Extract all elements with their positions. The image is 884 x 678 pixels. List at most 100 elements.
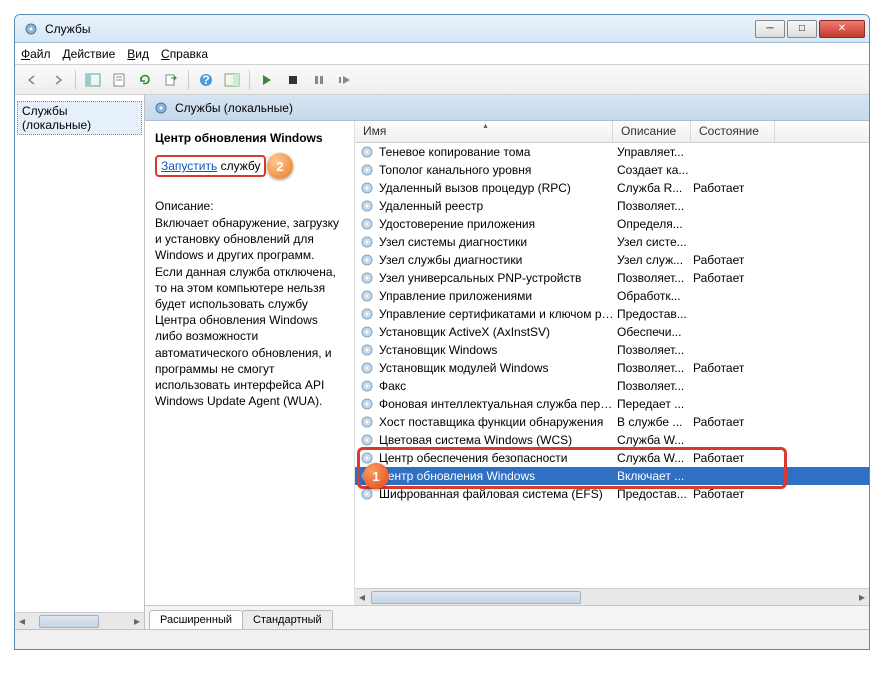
service-row[interactable]: Цветовая система Windows (WCS)Служба W..…	[355, 431, 869, 449]
service-desc: Служба W...	[617, 433, 693, 447]
detail-pane: Центр обновления Windows Запустить служб…	[145, 121, 355, 605]
col-desc[interactable]: Описание	[613, 121, 691, 142]
service-desc: Предостав...	[617, 307, 693, 321]
gear-icon	[359, 414, 375, 430]
column-header[interactable]: Имя▴ Описание Состояние	[355, 121, 869, 143]
service-row[interactable]: Центр обновления WindowsВключает ...	[355, 467, 869, 485]
service-state: Работает	[693, 181, 763, 195]
service-desc: Определя...	[617, 217, 693, 231]
maximize-button[interactable]: □	[787, 20, 817, 38]
menu-view[interactable]: Вид	[127, 47, 149, 61]
service-name: Факс	[379, 379, 617, 393]
service-name: Теневое копирование тома	[379, 145, 617, 159]
service-row[interactable]: Хост поставщика функции обнаруженияВ слу…	[355, 413, 869, 431]
export-button[interactable]	[160, 69, 182, 91]
service-row[interactable]: Удаленный вызов процедур (RPC)Служба R..…	[355, 179, 869, 197]
list-hscrollbar[interactable]: ◂ ▸	[355, 588, 869, 605]
tab-standard[interactable]: Стандартный	[242, 610, 333, 629]
service-name: Узел универсальных PNP-устройств	[379, 271, 617, 285]
annotation-badge-2: 2	[267, 153, 293, 179]
service-name: Установщик Windows	[379, 343, 617, 357]
service-name: Управление приложениями	[379, 289, 617, 303]
minimize-button[interactable]: ─	[755, 20, 785, 38]
service-row[interactable]: Удаленный реестрПозволяет...	[355, 197, 869, 215]
service-row[interactable]: Установщик модулей WindowsПозволяет...Ра…	[355, 359, 869, 377]
toolbar: ?	[15, 65, 869, 95]
service-row[interactable]: ФаксПозволяет...	[355, 377, 869, 395]
gear-icon	[359, 252, 375, 268]
menu-file[interactable]: Файл	[21, 47, 51, 61]
gear-icon	[359, 234, 375, 250]
menu-help[interactable]: Справка	[161, 47, 208, 61]
col-state[interactable]: Состояние	[691, 121, 775, 142]
gear-icon	[359, 306, 375, 322]
service-desc: Создает ка...	[617, 163, 693, 177]
service-name: Узел службы диагностики	[379, 253, 617, 267]
start-service-link[interactable]: Запустить	[161, 159, 217, 173]
service-row[interactable]: Установщик ActiveX (AxInstSV)Обеспечи...	[355, 323, 869, 341]
service-name: Установщик ActiveX (AxInstSV)	[379, 325, 617, 339]
tree-item-local-services[interactable]: Службы (локальные)	[17, 101, 142, 135]
show-hide-tree-button[interactable]	[82, 69, 104, 91]
service-row[interactable]: Удостоверение приложенияОпределя...	[355, 215, 869, 233]
tab-extended[interactable]: Расширенный	[149, 610, 243, 629]
service-name: Центр обеспечения безопасности	[379, 451, 617, 465]
forward-button[interactable]	[47, 69, 69, 91]
service-row[interactable]: Установщик WindowsПозволяет...	[355, 341, 869, 359]
service-desc: Узел систе...	[617, 235, 693, 249]
services-window: Службы ─ □ ✕ Файл Действие Вид Справка ?…	[14, 14, 870, 650]
menubar: Файл Действие Вид Справка	[15, 43, 869, 65]
service-list[interactable]: 1 Теневое копирование томаУправляет...То…	[355, 143, 869, 588]
service-name: Центр обновления Windows	[379, 469, 617, 483]
service-name: Удаленный реестр	[379, 199, 617, 213]
service-desc: Передает ...	[617, 397, 693, 411]
description-label: Описание:	[155, 199, 344, 213]
gear-icon	[359, 432, 375, 448]
service-name: Тополог канального уровня	[379, 163, 617, 177]
service-row[interactable]: Теневое копирование томаУправляет...	[355, 143, 869, 161]
service-name: Шифрованная файловая система (EFS)	[379, 487, 617, 501]
restart-service-button[interactable]	[334, 69, 356, 91]
menu-action[interactable]: Действие	[63, 47, 116, 61]
gear-icon	[359, 270, 375, 286]
service-row[interactable]: Тополог канального уровняСоздает ка...	[355, 161, 869, 179]
help-button[interactable]: ?	[195, 69, 217, 91]
pane-button[interactable]	[221, 69, 243, 91]
service-desc: Позволяет...	[617, 361, 693, 375]
service-row[interactable]: Узел службы диагностикиУзел служ...Работ…	[355, 251, 869, 269]
service-desc: Позволяет...	[617, 379, 693, 393]
selected-service-title: Центр обновления Windows	[155, 131, 344, 145]
list-pane: Имя▴ Описание Состояние 1 Теневое копиро…	[355, 121, 869, 605]
gear-icon	[359, 324, 375, 340]
back-button[interactable]	[21, 69, 43, 91]
gear-icon	[23, 21, 39, 37]
service-row[interactable]: Узел системы диагностикиУзел систе...	[355, 233, 869, 251]
refresh-button[interactable]	[134, 69, 156, 91]
service-row[interactable]: Шифрованная файловая система (EFS)Предос…	[355, 485, 869, 503]
service-name: Цветовая система Windows (WCS)	[379, 433, 617, 447]
titlebar[interactable]: Службы ─ □ ✕	[15, 15, 869, 43]
tree-hscrollbar[interactable]: ◂ ▸	[15, 612, 144, 629]
view-tabs: Расширенный Стандартный	[145, 605, 869, 629]
service-state: Работает	[693, 253, 763, 267]
stop-service-button[interactable]	[282, 69, 304, 91]
service-name: Удостоверение приложения	[379, 217, 617, 231]
pause-service-button[interactable]	[308, 69, 330, 91]
service-row[interactable]: Центр обеспечения безопасностиСлужба W..…	[355, 449, 869, 467]
service-state: Работает	[693, 487, 763, 501]
tree-pane[interactable]: Службы (локальные) ◂ ▸	[15, 95, 145, 629]
section-body: Центр обновления Windows Запустить служб…	[145, 121, 869, 605]
close-button[interactable]: ✕	[819, 20, 865, 38]
service-row[interactable]: Управление приложениямиОбработк...	[355, 287, 869, 305]
col-name[interactable]: Имя▴	[355, 121, 613, 142]
gear-icon	[153, 100, 169, 116]
start-service-button[interactable]	[256, 69, 278, 91]
service-row[interactable]: Фоновая интеллектуальная служба передач.…	[355, 395, 869, 413]
service-row[interactable]: Управление сертификатами и ключом рабо..…	[355, 305, 869, 323]
service-desc: Служба W...	[617, 451, 693, 465]
main-pane: Службы (локальные) Центр обновления Wind…	[145, 95, 869, 629]
service-state: Работает	[693, 415, 763, 429]
properties-button[interactable]	[108, 69, 130, 91]
gear-icon	[359, 396, 375, 412]
service-row[interactable]: Узел универсальных PNP-устройствПозволяе…	[355, 269, 869, 287]
